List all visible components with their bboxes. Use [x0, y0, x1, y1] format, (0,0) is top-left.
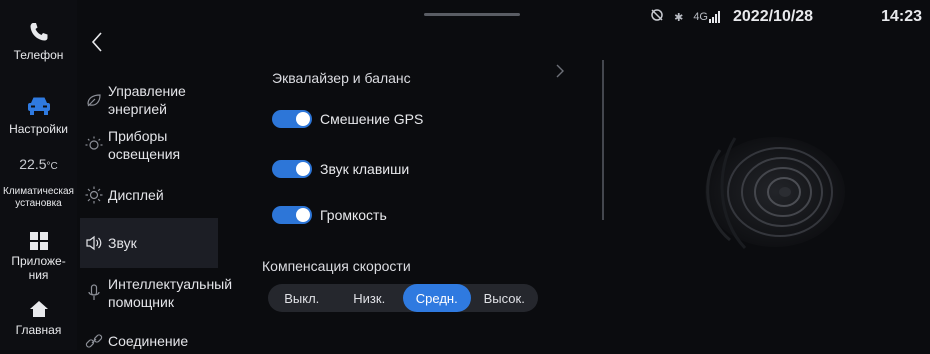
status-indicators: ✱ 4G 2022/10/28 14:23	[650, 6, 922, 28]
gps-mix-label: Смешение GPS	[320, 111, 424, 127]
dock-label-home: Главная	[15, 323, 62, 337]
menu-label-display: Дисплей	[108, 187, 164, 203]
toggle-row-gps-mix: Смешение GPS	[272, 110, 423, 128]
chevron-right-icon[interactable]	[554, 62, 566, 80]
left-dock: Телефон Настройки 22.5°C Климатическая у…	[0, 0, 77, 350]
key-sound-label: Звук клавиши	[320, 161, 410, 177]
bluetooth-icon: ✱	[674, 11, 684, 24]
drag-handle[interactable]	[424, 13, 520, 16]
leaf-icon	[80, 92, 108, 108]
signal-icon: 4G	[693, 11, 721, 23]
status-time: 14:23	[881, 8, 922, 25]
gps-mix-toggle[interactable]	[272, 110, 312, 128]
panel-divider[interactable]	[602, 60, 604, 220]
speed-option-off[interactable]: Выкл.	[268, 284, 336, 312]
menu-label-sound: Звук	[108, 235, 137, 251]
dock-item-home[interactable]: Главная	[0, 300, 77, 337]
dock-label-phone: Телефон	[13, 48, 64, 62]
phone-icon	[30, 23, 47, 41]
dock-item-phone[interactable]: Телефон	[0, 20, 77, 62]
apps-icon	[29, 232, 48, 250]
speed-option-high[interactable]: Высок.	[471, 284, 539, 312]
menu-label-assistant: Интеллектуальный помощник	[108, 276, 233, 310]
equalizer-title[interactable]: Эквалайзер и баланс	[272, 70, 411, 86]
car-icon	[27, 97, 50, 115]
menu-item-lighting[interactable]: Приборы освещения	[80, 128, 218, 162]
climate-temperature: 22.5°C	[19, 156, 58, 172]
status-date: 2022/10/28	[733, 8, 814, 25]
dock-label-apps: Приложе- ния	[11, 254, 66, 282]
menu-label-connection: Соединение	[108, 333, 189, 349]
toggle-knob	[296, 162, 310, 176]
speed-compensation-selector: Выкл. Низк. Средн. Высок.	[268, 284, 538, 312]
dock-label-settings: Настройки	[9, 122, 68, 136]
status-bar: ✱ 4G 2022/10/28 14:23	[0, 0, 930, 34]
menu-item-sound[interactable]: Звук	[80, 218, 218, 268]
dock-label-climate: Климатическая установка	[3, 186, 74, 209]
menu-label-lighting: Приборы освещения	[108, 128, 181, 162]
speed-option-low[interactable]: Низк.	[336, 284, 404, 312]
back-chevron-icon[interactable]	[88, 30, 108, 54]
menu-item-assistant[interactable]: Интеллектуальный помощник	[80, 273, 232, 313]
dock-item-climate[interactable]: 22.5°C Климатическая установка	[0, 155, 77, 210]
key-sound-toggle[interactable]	[272, 160, 312, 178]
home-icon	[29, 301, 48, 317]
location-off-icon	[650, 8, 664, 26]
toggle-row-key-sound: Звук клавиши	[272, 160, 409, 178]
toggle-row-volume: Громкость	[272, 206, 387, 224]
light-icon	[80, 136, 108, 154]
dock-item-apps[interactable]: Приложе- ния	[0, 232, 77, 282]
speed-compensation-title: Компенсация скорости	[262, 258, 411, 274]
speaker-icon	[80, 235, 108, 251]
volume-toggle[interactable]	[272, 206, 312, 224]
menu-item-energy[interactable]: Управление энергией	[80, 80, 218, 120]
menu-label-energy: Управление энергией	[108, 83, 186, 117]
microphone-icon	[80, 284, 108, 302]
speaker-illustration	[705, 137, 845, 250]
dock-item-settings[interactable]: Настройки	[0, 95, 77, 136]
link-icon	[80, 332, 108, 350]
sun-icon	[80, 186, 108, 204]
menu-item-connection[interactable]: Соединение	[80, 328, 218, 354]
menu-item-display[interactable]: Дисплей	[80, 180, 218, 210]
volume-label: Громкость	[320, 207, 387, 223]
toggle-knob	[296, 112, 310, 126]
speed-option-medium[interactable]: Средн.	[403, 284, 471, 312]
toggle-knob	[296, 208, 310, 222]
